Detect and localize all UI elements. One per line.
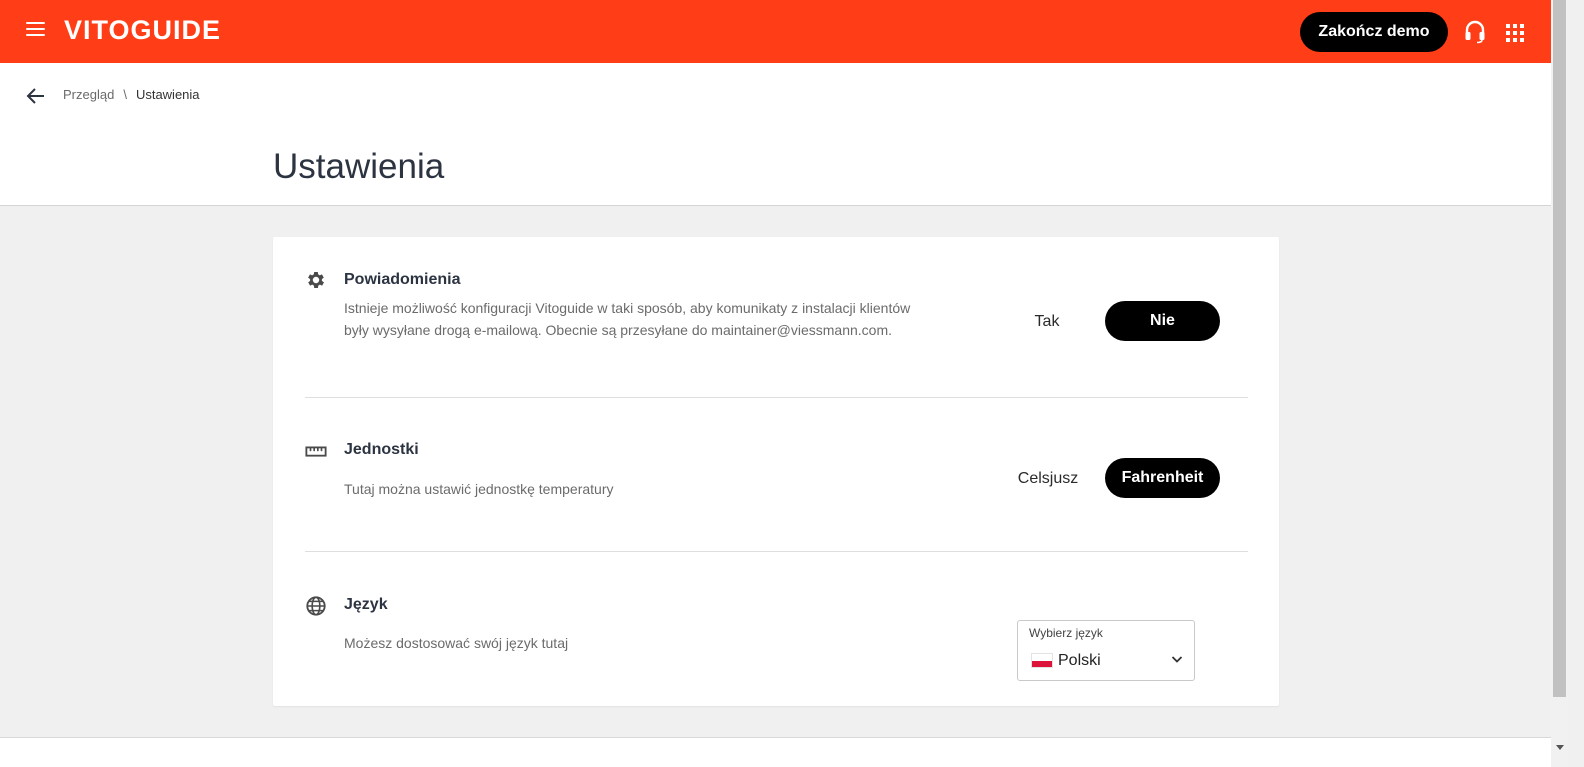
- poland-flag-icon: [1031, 653, 1053, 668]
- notifications-description: Istnieje możliwość konfiguracji Vitoguid…: [344, 300, 911, 338]
- breadcrumb: Przegląd \ Ustawienia: [63, 87, 200, 102]
- units-celsius-option[interactable]: Celsjusz: [1008, 469, 1088, 489]
- gear-icon: [308, 272, 324, 288]
- page-scrollbar[interactable]: [1551, 0, 1568, 767]
- menu-icon[interactable]: [26, 22, 45, 42]
- app-logo[interactable]: VITOGUIDE: [64, 15, 221, 46]
- units-fahrenheit-option[interactable]: Fahrenheit: [1105, 458, 1220, 498]
- units-title: Jednostki: [344, 441, 419, 458]
- breadcrumb-current: Ustawienia: [135, 87, 200, 102]
- ruler-icon: [305, 446, 327, 457]
- breadcrumb-overview[interactable]: Przegląd: [63, 87, 114, 102]
- notifications-title: Powiadomienia: [344, 271, 461, 288]
- globe-icon: [306, 596, 326, 616]
- notifications-no-option[interactable]: Nie: [1105, 301, 1220, 341]
- headset-icon[interactable]: [1464, 20, 1486, 44]
- settings-card: Powiadomienia Istnieje możliwość konfigu…: [273, 237, 1279, 706]
- language-select-value: Polski: [1058, 652, 1101, 669]
- page-title: Ustawienia: [273, 147, 445, 186]
- scrollbar-thumb[interactable]: [1553, 0, 1566, 697]
- end-demo-button[interactable]: Zakończ demo: [1300, 12, 1448, 52]
- footer-strip: [0, 737, 1551, 767]
- apps-grid-icon[interactable]: [1506, 24, 1524, 42]
- units-description: Tutaj można ustawić jednostkę temperatur…: [344, 481, 614, 497]
- language-title: Język: [344, 596, 388, 613]
- language-select-label: Wybierz język: [1029, 626, 1103, 640]
- top-bar: VITOGUIDE Zakończ demo: [0, 0, 1551, 63]
- back-arrow-icon[interactable]: [26, 86, 46, 106]
- language-description: Możesz dostosować swój język tutaj: [344, 635, 569, 651]
- page-header: Przegląd \ Ustawienia Ustawienia: [0, 63, 1551, 206]
- notifications-yes-option[interactable]: Tak: [1025, 312, 1069, 332]
- chevron-down-icon: [1171, 656, 1183, 663]
- language-select[interactable]: Wybierz język Polski: [1017, 620, 1195, 681]
- scroll-down-arrow-icon[interactable]: [1556, 745, 1564, 750]
- breadcrumb-separator: \: [123, 87, 127, 102]
